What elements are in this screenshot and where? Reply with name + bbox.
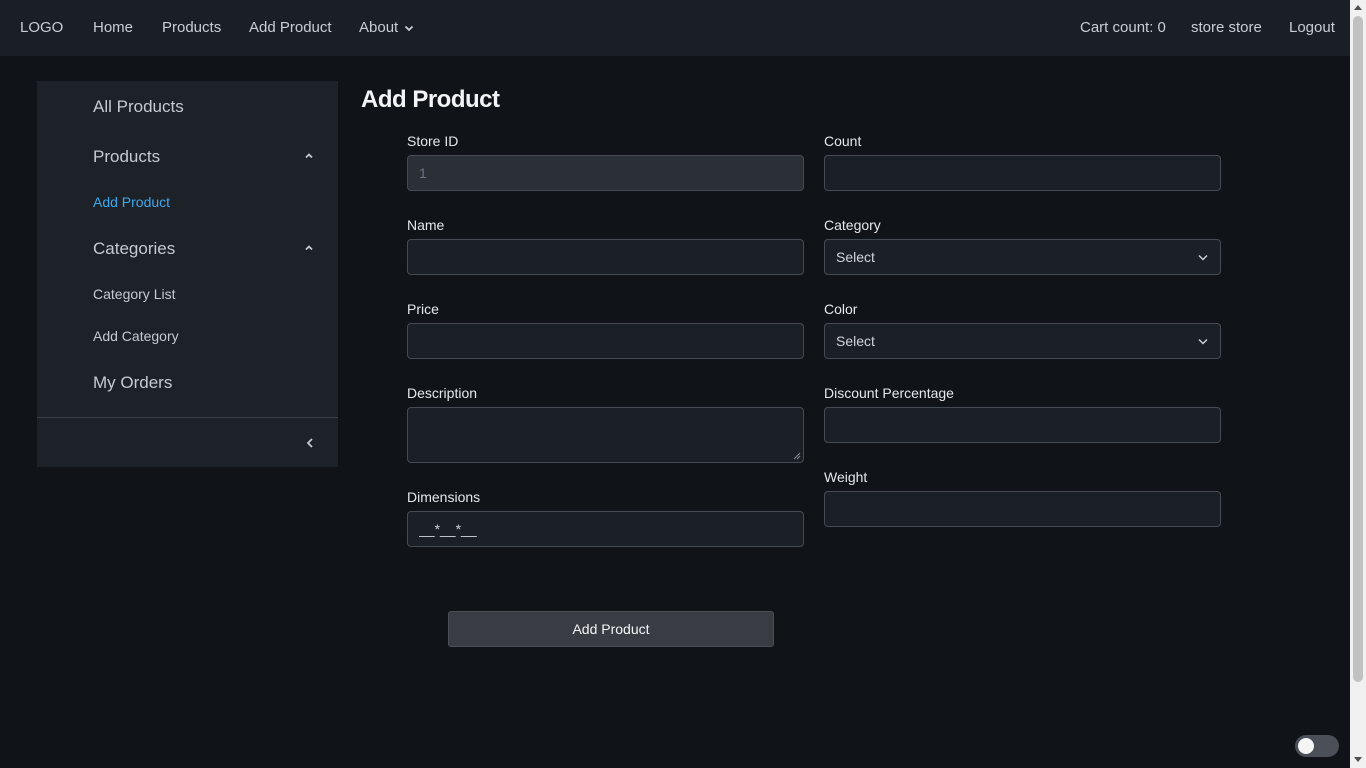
nav-products-link[interactable]: Products: [162, 0, 221, 56]
sidebar-item-category-list[interactable]: Category List: [93, 286, 175, 302]
discount-input[interactable]: [824, 407, 1221, 443]
dimensions-input[interactable]: [407, 511, 804, 547]
sidebar-item-categories[interactable]: Categories: [93, 239, 175, 259]
count-input[interactable]: [824, 155, 1221, 191]
discount-label: Discount Percentage: [824, 385, 954, 401]
theme-toggle-knob: [1298, 738, 1314, 754]
scroll-up-arrow-icon[interactable]: [1354, 5, 1362, 10]
sidebar-divider: [37, 417, 338, 418]
price-input[interactable]: [407, 323, 804, 359]
sidebar: All Products Products Add Product Catego…: [37, 81, 338, 467]
sidebar-item-all-products[interactable]: All Products: [93, 97, 184, 117]
count-label: Count: [824, 133, 862, 149]
chevron-up-icon[interactable]: [303, 242, 315, 254]
top-navbar: LOGO Home Products Add Product About Car…: [0, 0, 1350, 56]
color-select-value: Select: [836, 333, 875, 349]
category-label: Category: [824, 217, 881, 233]
sidebar-item-my-orders[interactable]: My Orders: [93, 373, 172, 393]
chevron-up-icon[interactable]: [303, 150, 315, 162]
nav-home-link[interactable]: Home: [93, 0, 133, 56]
weight-input[interactable]: [824, 491, 1221, 527]
chevron-down-icon: [1198, 254, 1208, 261]
sidebar-item-add-category[interactable]: Add Category: [93, 328, 179, 344]
sidebar-item-add-product[interactable]: Add Product: [93, 194, 170, 210]
logo[interactable]: LOGO: [20, 0, 63, 56]
color-select[interactable]: Select: [824, 323, 1221, 359]
description-label: Description: [407, 385, 478, 401]
description-textarea[interactable]: [407, 407, 804, 463]
chevron-down-icon: [405, 25, 414, 32]
scroll-down-arrow-icon[interactable]: [1354, 757, 1362, 762]
store-id-label: Store ID: [407, 133, 459, 149]
price-label: Price: [407, 301, 439, 317]
name-input[interactable]: [407, 239, 804, 275]
chevron-down-icon: [1198, 338, 1208, 345]
cart-count[interactable]: Cart count: 0: [1080, 0, 1166, 56]
sidebar-item-products[interactable]: Products: [93, 147, 160, 167]
add-product-button[interactable]: Add Product: [448, 611, 774, 647]
store-id-input[interactable]: [407, 155, 804, 191]
dimensions-label: Dimensions: [407, 489, 481, 505]
nav-about-dropdown[interactable]: About: [359, 0, 414, 56]
logout-link[interactable]: Logout: [1289, 0, 1335, 56]
category-select-value: Select: [836, 249, 875, 265]
page-title: Add Product: [361, 86, 500, 113]
vertical-scrollbar[interactable]: [1350, 0, 1366, 768]
user-name[interactable]: store store: [1191, 0, 1262, 56]
nav-add-product-link[interactable]: Add Product: [249, 0, 332, 56]
scrollbar-thumb[interactable]: [1353, 16, 1363, 682]
name-label: Name: [407, 217, 445, 233]
weight-label: Weight: [824, 469, 868, 485]
nav-about-label: About: [359, 19, 399, 36]
chevron-left-icon[interactable]: [303, 436, 317, 450]
theme-toggle[interactable]: [1295, 735, 1339, 757]
color-label: Color: [824, 301, 858, 317]
resize-grip-icon[interactable]: [793, 452, 801, 460]
category-select[interactable]: Select: [824, 239, 1221, 275]
